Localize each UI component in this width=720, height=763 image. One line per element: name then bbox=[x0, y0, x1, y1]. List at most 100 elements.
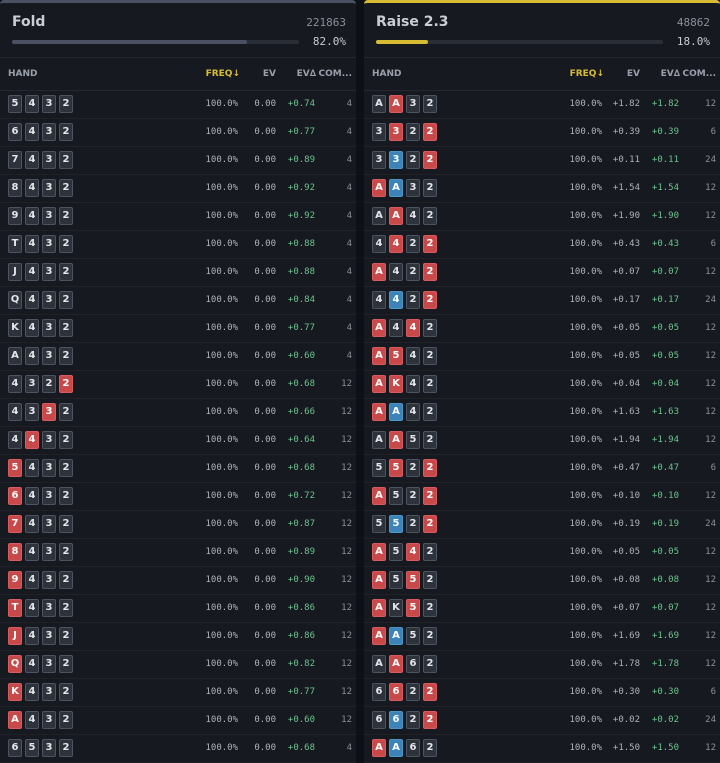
card: 6 bbox=[8, 487, 22, 505]
card: 2 bbox=[406, 151, 420, 169]
ev-delta-cell: +1.69 bbox=[651, 631, 679, 641]
table-row[interactable]: 6 6 2 2 100.0% +0.30 +0.30 6 bbox=[364, 679, 720, 707]
table-row[interactable]: A K 5 2 100.0% +0.07 +0.07 12 bbox=[364, 595, 720, 623]
table-row[interactable]: J 4 3 2 100.0% 0.00 +0.86 12 bbox=[0, 623, 356, 651]
table-row[interactable]: 6 4 3 2 100.0% 0.00 +0.77 4 bbox=[0, 119, 356, 147]
card: 2 bbox=[59, 431, 73, 449]
table-row[interactable]: 4 4 3 2 100.0% 0.00 +0.64 12 bbox=[0, 427, 356, 455]
table-row[interactable]: 8 4 3 2 100.0% 0.00 +0.89 12 bbox=[0, 539, 356, 567]
ev-cell: +1.69 bbox=[612, 631, 640, 641]
column-freq[interactable]: FREQ↓ bbox=[206, 69, 240, 79]
table-row[interactable]: 5 4 3 2 100.0% 0.00 +0.68 12 bbox=[0, 455, 356, 483]
column-combos[interactable]: COM... bbox=[319, 69, 352, 79]
table-row[interactable]: 9 4 3 2 100.0% 0.00 +0.92 4 bbox=[0, 203, 356, 231]
freq-cell: 100.0% bbox=[569, 183, 602, 193]
table-row[interactable]: A 5 4 2 100.0% +0.05 +0.05 12 bbox=[364, 343, 720, 371]
table-row[interactable]: 8 4 3 2 100.0% 0.00 +0.92 4 bbox=[0, 175, 356, 203]
card: 5 bbox=[389, 487, 403, 505]
column-freq[interactable]: FREQ↓ bbox=[570, 69, 604, 79]
table-row[interactable]: A 4 2 2 100.0% +0.07 +0.07 12 bbox=[364, 259, 720, 287]
card: 6 bbox=[372, 711, 386, 729]
table-row[interactable]: A A 5 2 100.0% +1.94 +1.94 12 bbox=[364, 427, 720, 455]
table-row[interactable]: 5 5 2 2 100.0% +0.19 +0.19 24 bbox=[364, 511, 720, 539]
card: 2 bbox=[423, 319, 437, 337]
hand-cards: 8432 bbox=[8, 179, 76, 197]
table-row[interactable]: 5 4 3 2 100.0% 0.00 +0.74 4 bbox=[0, 91, 356, 119]
card: 5 bbox=[389, 571, 403, 589]
card: A bbox=[8, 711, 22, 729]
table-row[interactable]: 6 5 3 2 100.0% 0.00 +0.68 4 bbox=[0, 735, 356, 763]
table-row[interactable]: 4 4 2 2 100.0% +0.17 +0.17 24 bbox=[364, 287, 720, 315]
card: A bbox=[389, 431, 403, 449]
table-row[interactable]: 4 3 2 2 100.0% 0.00 +0.68 12 bbox=[0, 371, 356, 399]
column-ev[interactable]: EV bbox=[263, 69, 276, 79]
card: 3 bbox=[25, 403, 39, 421]
table-row[interactable]: A A 6 2 100.0% +1.50 +1.50 12 bbox=[364, 735, 720, 763]
card: 4 bbox=[25, 207, 39, 225]
card: 3 bbox=[42, 403, 56, 421]
card: 4 bbox=[8, 403, 22, 421]
hand-cards: Q432 bbox=[8, 655, 76, 673]
table-row[interactable]: A 4 4 2 100.0% +0.05 +0.05 12 bbox=[364, 315, 720, 343]
ev-cell: 0.00 bbox=[254, 575, 276, 585]
card: 3 bbox=[42, 515, 56, 533]
table-row[interactable]: A 4 3 2 100.0% 0.00 +0.60 12 bbox=[0, 707, 356, 735]
table-row[interactable]: A A 4 2 100.0% +1.63 +1.63 12 bbox=[364, 399, 720, 427]
table-row[interactable]: A A 3 2 100.0% +1.54 +1.54 12 bbox=[364, 175, 720, 203]
ev-cell: 0.00 bbox=[254, 435, 276, 445]
column-combos[interactable]: COM... bbox=[683, 69, 716, 79]
table-row[interactable]: 7 4 3 2 100.0% 0.00 +0.87 12 bbox=[0, 511, 356, 539]
table-row[interactable]: 3 3 2 2 100.0% +0.11 +0.11 24 bbox=[364, 147, 720, 175]
hand-cards: 4422 bbox=[372, 291, 440, 309]
table-row[interactable]: A A 5 2 100.0% +1.69 +1.69 12 bbox=[364, 623, 720, 651]
table-row[interactable]: 4 4 2 2 100.0% +0.43 +0.43 6 bbox=[364, 231, 720, 259]
table-row[interactable]: T 4 3 2 100.0% 0.00 +0.86 12 bbox=[0, 595, 356, 623]
table-row[interactable]: K 4 3 2 100.0% 0.00 +0.77 4 bbox=[0, 315, 356, 343]
table-row[interactable]: A 5 2 2 100.0% +0.10 +0.10 12 bbox=[364, 483, 720, 511]
card: 9 bbox=[8, 207, 22, 225]
table-row[interactable]: K 4 3 2 100.0% 0.00 +0.77 12 bbox=[0, 679, 356, 707]
column-hand[interactable]: HAND bbox=[372, 69, 402, 79]
table-row[interactable]: 6 6 2 2 100.0% +0.02 +0.02 24 bbox=[364, 707, 720, 735]
card: A bbox=[389, 627, 403, 645]
table-row[interactable]: A A 4 2 100.0% +1.90 +1.90 12 bbox=[364, 203, 720, 231]
table-row[interactable]: A A 3 2 100.0% +1.82 +1.82 12 bbox=[364, 91, 720, 119]
table-row[interactable]: 5 5 2 2 100.0% +0.47 +0.47 6 bbox=[364, 455, 720, 483]
table-row[interactable]: 3 3 2 2 100.0% +0.39 +0.39 6 bbox=[364, 119, 720, 147]
table-row[interactable]: A A 6 2 100.0% +1.78 +1.78 12 bbox=[364, 651, 720, 679]
table-row[interactable]: A K 4 2 100.0% +0.04 +0.04 12 bbox=[364, 371, 720, 399]
column-hand[interactable]: HAND bbox=[8, 69, 38, 79]
card: K bbox=[389, 599, 403, 617]
column-ev-delta[interactable]: EV∆ bbox=[661, 69, 680, 79]
ev-delta-cell: +0.19 bbox=[651, 519, 679, 529]
freq-cell: 100.0% bbox=[569, 99, 602, 109]
table-row[interactable]: T 4 3 2 100.0% 0.00 +0.88 4 bbox=[0, 231, 356, 259]
table-row[interactable]: A 4 3 2 100.0% 0.00 +0.60 4 bbox=[0, 343, 356, 371]
table-row[interactable]: Q 4 3 2 100.0% 0.00 +0.82 12 bbox=[0, 651, 356, 679]
column-ev[interactable]: EV bbox=[627, 69, 640, 79]
card: 4 bbox=[25, 347, 39, 365]
column-ev-delta[interactable]: EV∆ bbox=[297, 69, 316, 79]
card: 2 bbox=[406, 263, 420, 281]
table-row[interactable]: Q 4 3 2 100.0% 0.00 +0.84 4 bbox=[0, 287, 356, 315]
card: 7 bbox=[8, 151, 22, 169]
table-row[interactable]: J 4 3 2 100.0% 0.00 +0.88 4 bbox=[0, 259, 356, 287]
table-row[interactable]: 6 4 3 2 100.0% 0.00 +0.72 12 bbox=[0, 483, 356, 511]
card: 4 bbox=[25, 599, 39, 617]
freq-cell: 100.0% bbox=[205, 519, 238, 529]
hand-cards: A552 bbox=[372, 571, 440, 589]
table-row[interactable]: 4 3 3 2 100.0% 0.00 +0.66 12 bbox=[0, 399, 356, 427]
table-row[interactable]: 7 4 3 2 100.0% 0.00 +0.89 4 bbox=[0, 147, 356, 175]
table-row[interactable]: A 5 4 2 100.0% +0.05 +0.05 12 bbox=[364, 539, 720, 567]
ev-delta-cell: +0.74 bbox=[287, 99, 315, 109]
freq-cell: 100.0% bbox=[205, 183, 238, 193]
card: A bbox=[372, 487, 386, 505]
panel-header: Raise 2.3 48862 18.0% bbox=[364, 3, 720, 57]
card: 5 bbox=[389, 543, 403, 561]
ev-cell: 0.00 bbox=[254, 687, 276, 697]
table-row[interactable]: A 5 5 2 100.0% +0.08 +0.08 12 bbox=[364, 567, 720, 595]
hand-cards: 6622 bbox=[372, 711, 440, 729]
table-row[interactable]: 9 4 3 2 100.0% 0.00 +0.90 12 bbox=[0, 567, 356, 595]
card: 2 bbox=[406, 291, 420, 309]
card: 4 bbox=[25, 711, 39, 729]
